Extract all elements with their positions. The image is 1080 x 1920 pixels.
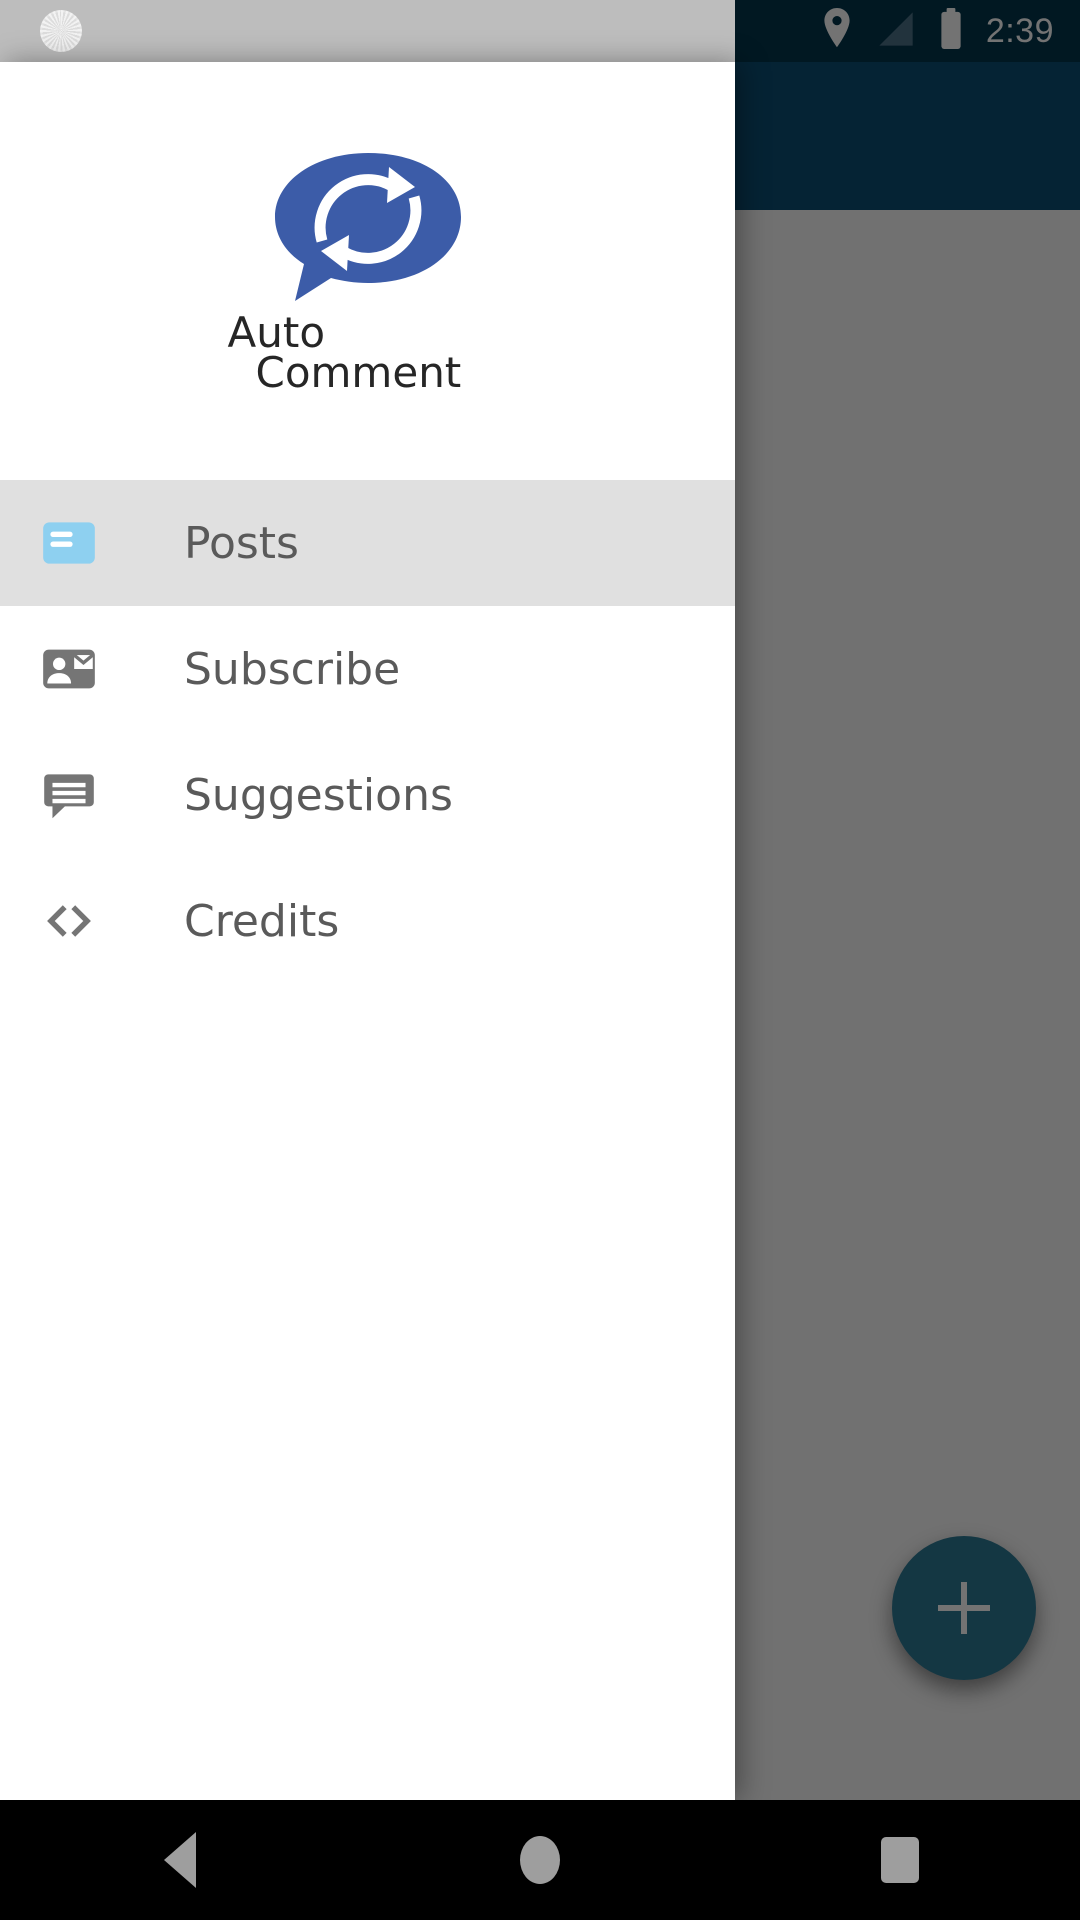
drawer-menu: Posts Subscribe Suggestions Credits [0,480,735,984]
sync-spinner-icon [40,10,82,52]
article-list-icon [38,512,138,574]
triangle-back-icon [164,1832,196,1888]
app-logo: Auto Comment [218,149,518,393]
comment-icon [38,764,138,826]
sidebar-item-credits[interactable]: Credits [0,858,735,984]
drawer-header: Auto Comment [0,62,735,480]
logo-word-line2: Comment [255,348,462,397]
nav-recents-button[interactable] [820,1800,980,1920]
sidebar-item-label: Posts [184,517,299,569]
contact-mail-icon [38,638,138,700]
sidebar-item-label: Suggestions [184,769,453,821]
system-navigation-bar [0,1800,1080,1920]
nav-home-button[interactable] [460,1800,620,1920]
sidebar-item-subscribe[interactable]: Subscribe [0,606,735,732]
navigation-drawer[interactable]: Auto Comment Posts Subscribe Suggestions… [0,62,735,1800]
circle-home-icon [520,1836,560,1884]
sidebar-item-suggestions[interactable]: Suggestions [0,732,735,858]
sidebar-item-label: Subscribe [184,643,401,695]
status-bar-drawer-overlay [0,0,735,62]
nav-back-button[interactable] [100,1800,260,1920]
square-recents-icon [881,1837,919,1883]
sidebar-item-label: Credits [184,895,340,947]
logo-wordmark: Auto Comment [218,312,518,397]
code-icon [38,890,138,952]
sidebar-item-posts[interactable]: Posts [0,480,735,606]
auto-comment-logo-icon [274,153,461,302]
